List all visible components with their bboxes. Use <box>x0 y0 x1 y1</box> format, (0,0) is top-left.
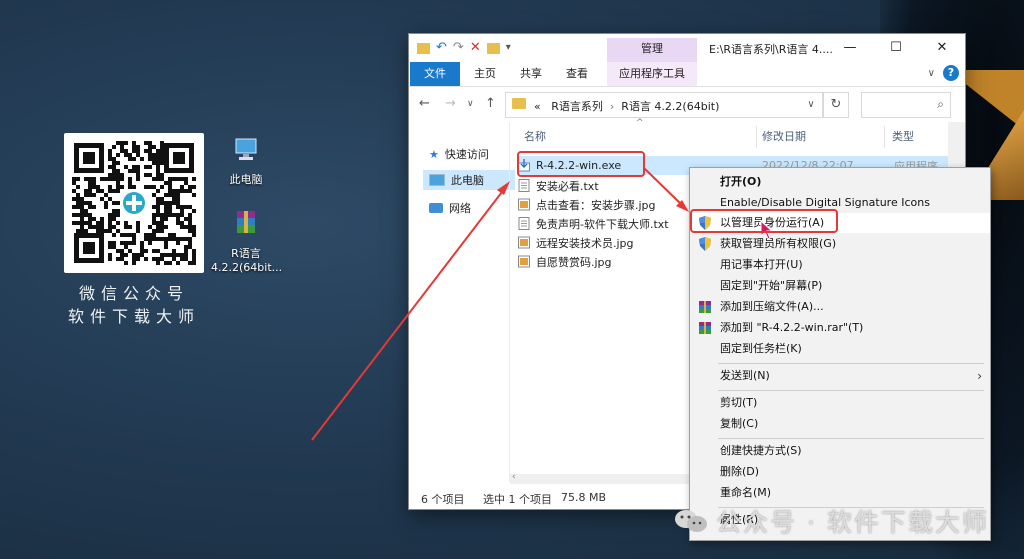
annotation-arrows <box>311 167 689 441</box>
watermark: 公众号 · 软件下载大师 <box>674 503 989 539</box>
arrow-to-run-as-admin <box>643 167 689 212</box>
wechat-logo-icon <box>675 510 707 532</box>
watermark-text: 公众号 · 软件下载大师 <box>716 508 989 537</box>
arrow-to-installer <box>311 181 510 441</box>
